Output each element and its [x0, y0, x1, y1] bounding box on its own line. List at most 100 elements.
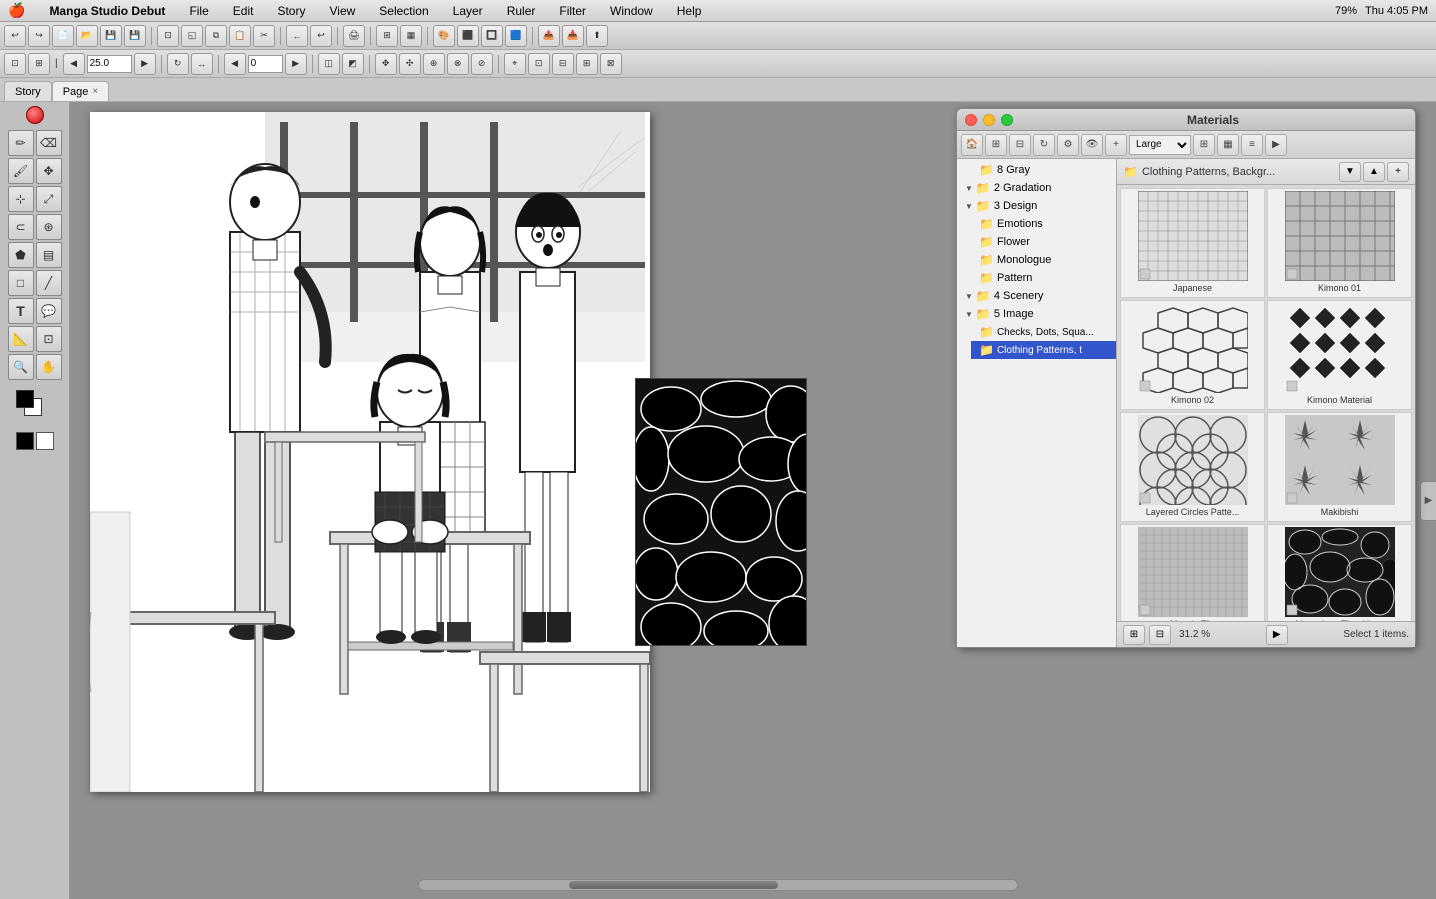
menu-edit[interactable]: Edit	[229, 4, 258, 18]
rotation-input[interactable]	[248, 55, 283, 73]
tool-mode1[interactable]: ✥	[375, 53, 397, 75]
toolbar-btn-export3[interactable]: ⬆	[586, 25, 608, 47]
snap-btn5[interactable]: ⊠	[600, 53, 622, 75]
black-swatch[interactable]	[16, 432, 34, 450]
menu-view[interactable]: View	[325, 4, 359, 18]
menu-selection[interactable]: Selection	[375, 4, 432, 18]
tree-item-monologue[interactable]: 📁 Monologue	[971, 251, 1116, 269]
toolbar-btn-save2[interactable]: 💾	[124, 25, 146, 47]
toolbar-btn-return[interactable]: ↩	[310, 25, 332, 47]
zoom-next[interactable]: ▶	[134, 53, 156, 75]
tool-text[interactable]: T	[8, 298, 34, 324]
tab-close-btn[interactable]: ×	[92, 86, 98, 97]
tool-crop[interactable]: ⊡	[36, 326, 62, 352]
view-btn1[interactable]: ◫	[318, 53, 340, 75]
tool-ruler[interactable]: 📐	[8, 326, 34, 352]
panel-btn-eye[interactable]: 👁	[1081, 134, 1103, 156]
tree-item-checks[interactable]: 📁 Checks, Dots, Squa...	[971, 323, 1116, 341]
toolbar-btn-print[interactable]: 🖨	[343, 25, 365, 47]
tool-pen[interactable]: ✏	[8, 130, 34, 156]
toolbar-btn-color1[interactable]: 🎨	[433, 25, 455, 47]
material-item-mosaic[interactable]: Mosaic Tile	[1120, 524, 1265, 621]
panel-maximize-btn[interactable]	[1001, 114, 1013, 126]
breadcrumb-select-btn[interactable]: ▼	[1339, 162, 1361, 182]
toolbar-btn-save[interactable]: 💾	[100, 25, 122, 47]
foreground-color-box[interactable]	[16, 390, 34, 408]
tool-zoom[interactable]: 🔍	[8, 354, 34, 380]
zoom-full[interactable]: ⊞	[28, 53, 50, 75]
menu-filter[interactable]: Filter	[555, 4, 590, 18]
snap-btn3[interactable]: ⊟	[552, 53, 574, 75]
panel-btn-home[interactable]: 🏠	[961, 134, 983, 156]
tree-item-design[interactable]: ▼ 📁 3 Design	[957, 197, 1116, 215]
tool-prev[interactable]: ◀	[224, 53, 246, 75]
toolbar-btn-export[interactable]: 📤	[538, 25, 560, 47]
toolbar-btn-export2[interactable]: 📥	[562, 25, 584, 47]
tool-gradient[interactable]: ▤	[36, 242, 62, 268]
toolbar-btn-copy[interactable]: ⧉	[205, 25, 227, 47]
material-item-japanese[interactable]: Japanese	[1120, 188, 1265, 298]
zoom-input[interactable]	[87, 55, 132, 73]
panel-btn-view1[interactable]: ⊞	[1193, 134, 1215, 156]
tree-item-scenery[interactable]: ▼ 📁 4 Scenery	[957, 287, 1116, 305]
toolbar-btn-open[interactable]: 📂	[76, 25, 98, 47]
panel-collapse-arrow[interactable]: ▶	[1420, 481, 1436, 521]
tool-brush[interactable]: 🖌	[8, 158, 34, 184]
tree-item-8gray[interactable]: 📁 8 Gray	[971, 161, 1116, 179]
tree-item-gradation[interactable]: ▼ 📁 2 Gradation	[957, 179, 1116, 197]
toolbar-btn-color4[interactable]: 🟦	[505, 25, 527, 47]
footer-btn-2[interactable]: ⊟	[1149, 625, 1171, 645]
panel-btn-grid1[interactable]: ⊞	[985, 134, 1007, 156]
toolbar-btn-grid2[interactable]: ▦	[400, 25, 422, 47]
menu-window[interactable]: Window	[606, 4, 657, 18]
toolbar-btn-1[interactable]: ↩	[4, 25, 26, 47]
snap-btn1[interactable]: ⌖	[504, 53, 526, 75]
tool-pan[interactable]: ✋	[36, 354, 62, 380]
panel-btn-grid2[interactable]: ⊟	[1009, 134, 1031, 156]
tool-mode2[interactable]: ✣	[399, 53, 421, 75]
toolbar-btn-color3[interactable]: 🔲	[481, 25, 503, 47]
tool-speech[interactable]: 💬	[36, 298, 62, 324]
apple-menu[interactable]: 🍎	[8, 2, 25, 19]
tab-story[interactable]: Story	[4, 81, 52, 101]
material-item-mysterious[interactable]: Mysterious Tiles-Haze	[1267, 524, 1412, 621]
tool-next[interactable]: ▶	[285, 53, 307, 75]
tool-select[interactable]: ⊹	[8, 186, 34, 212]
tool-magic[interactable]: ⊛	[36, 214, 62, 240]
white-swatch[interactable]	[36, 432, 54, 450]
toolbar-btn-cut[interactable]: ✂	[253, 25, 275, 47]
toolbar-btn-paste[interactable]: 📋	[229, 25, 251, 47]
tree-item-image[interactable]: ▼ 📁 5 Image	[957, 305, 1116, 323]
breadcrumb-add-btn[interactable]: +	[1387, 162, 1409, 182]
material-item-kimono01[interactable]: Kimono 01	[1267, 188, 1412, 298]
menu-layer[interactable]: Layer	[449, 4, 487, 18]
material-item-kimono02[interactable]: Kimono 02	[1120, 300, 1265, 410]
material-item-circles[interactable]: Layered Circles Patte...	[1120, 412, 1265, 522]
panel-btn-refresh[interactable]: ↻	[1033, 134, 1055, 156]
tree-item-clothing[interactable]: 📁 Clothing Patterns, t	[971, 341, 1116, 359]
tool-mode3[interactable]: ⊕	[423, 53, 445, 75]
toolbar-btn-color2[interactable]: ⬛	[457, 25, 479, 47]
manga-canvas[interactable]	[90, 112, 650, 792]
size-select[interactable]: Large Medium Small	[1129, 135, 1191, 155]
breadcrumb-up-btn[interactable]: ▲	[1363, 162, 1385, 182]
tab-page[interactable]: Page ×	[52, 81, 110, 101]
tool-lasso[interactable]: ⊂	[8, 214, 34, 240]
menu-help[interactable]: Help	[673, 4, 706, 18]
canvas-flip[interactable]: ↔	[191, 53, 213, 75]
view-btn2[interactable]: ◩	[342, 53, 364, 75]
zoom-prev[interactable]: ◀	[63, 53, 85, 75]
material-item-kimono-material[interactable]: Kimono Material	[1267, 300, 1412, 410]
tree-item-pattern[interactable]: 📁 Pattern	[971, 269, 1116, 287]
menu-app-name[interactable]: Manga Studio Debut	[45, 4, 169, 18]
toolbar-btn-lasso[interactable]: ⊡	[157, 25, 179, 47]
toolbar-btn-new[interactable]: 📄	[52, 25, 74, 47]
tool-shape[interactable]: □	[8, 270, 34, 296]
tree-item-flower[interactable]: 📁 Flower	[971, 233, 1116, 251]
bottom-scrollbar[interactable]	[418, 879, 1018, 891]
panel-btn-settings[interactable]: ⚙	[1057, 134, 1079, 156]
panel-btn-view2[interactable]: ▦	[1217, 134, 1239, 156]
tree-item-emotions[interactable]: 📁 Emotions	[971, 215, 1116, 233]
tool-eraser[interactable]: ⌫	[36, 130, 62, 156]
menu-file[interactable]: File	[185, 4, 212, 18]
